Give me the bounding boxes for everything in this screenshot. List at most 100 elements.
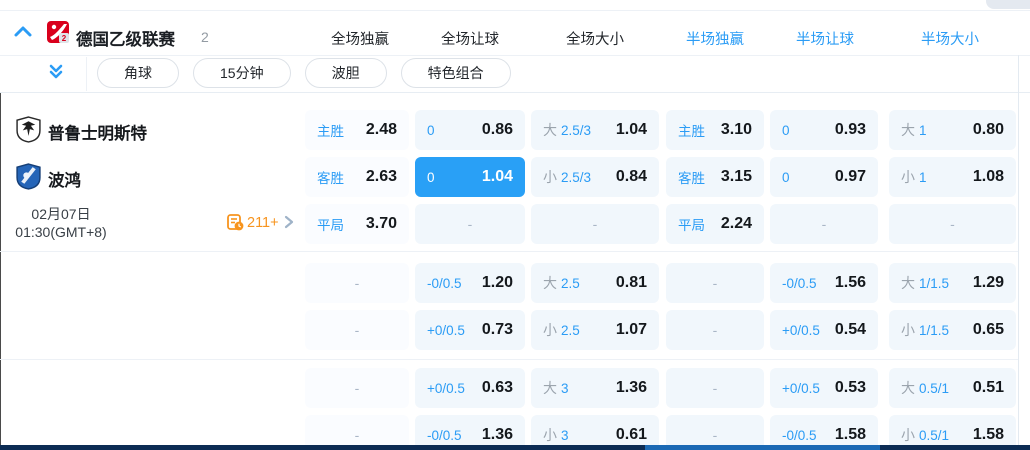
odds-value: 0.81 xyxy=(615,274,647,291)
odds-line-label: 3 xyxy=(561,427,569,443)
odds-cell-r5-c0: - xyxy=(305,368,409,408)
market-filter-pills: 角球 15分钟 波胆 特色组合 xyxy=(97,58,511,88)
filter-specials[interactable]: 特色组合 xyxy=(400,58,511,88)
odds-cell-r5-c4[interactable]: +0/0.5 0.53 xyxy=(770,368,878,408)
odds-cell-r0-c2[interactable]: 大 2.5/3 1.04 xyxy=(531,110,659,150)
odds-line-label: +0/0.5 xyxy=(782,380,820,396)
empty-odds: - xyxy=(712,275,718,291)
home-team-name: 普鲁士明斯特 xyxy=(48,125,147,143)
filter-corners[interactable]: 角球 xyxy=(97,58,179,88)
table-right-border xyxy=(1018,55,1019,445)
filter-15-minutes[interactable]: 15分钟 xyxy=(193,58,291,88)
double-chevron-down-icon xyxy=(46,62,66,82)
tab-half-time-handicap[interactable]: 半场让球 xyxy=(793,28,857,49)
odds-cell-r2-c2: - xyxy=(531,204,659,244)
odds-value: 0.65 xyxy=(972,321,1004,338)
odds-cell-r4-c4[interactable]: +0/0.5 0.54 xyxy=(770,310,878,350)
odds-value: 0.97 xyxy=(834,168,866,185)
odds-cell-r3-c4[interactable]: -0/0.5 1.56 xyxy=(770,263,878,303)
odds-line-label: -0/0.5 xyxy=(427,275,462,291)
odds-cell-r2-c0[interactable]: 平局 3.70 xyxy=(305,204,409,244)
odds-value: 0.61 xyxy=(615,426,647,443)
scrollbar-thumb[interactable] xyxy=(645,445,880,450)
odds-direction-label: 大 xyxy=(543,380,557,396)
odds-cell-r1-c2[interactable]: 小 2.5/3 0.84 xyxy=(531,157,659,197)
league-logo-icon: 2 xyxy=(47,21,69,43)
odds-value: 3.15 xyxy=(720,168,752,185)
odds-value: 1.04 xyxy=(615,121,647,138)
odds-line-label: 平局 xyxy=(678,218,705,233)
odds-line-label: 2.5/3 xyxy=(561,169,592,185)
away-team-logo xyxy=(16,163,41,190)
odds-cell-r1-c1[interactable]: 0 1.04 xyxy=(415,157,525,197)
odds-cell-r0-c0[interactable]: 主胜 2.48 xyxy=(305,110,409,150)
match-date: 02月07日 xyxy=(31,206,91,222)
odds-cell-r4-c2[interactable]: 小 2.5 1.07 xyxy=(531,310,659,350)
odds-line-label: 主胜 xyxy=(678,124,705,139)
odds-cell-r0-c1[interactable]: 0 0.86 xyxy=(415,110,525,150)
collapse-league-button[interactable] xyxy=(12,23,34,41)
odds-cell-r5-c1[interactable]: +0/0.5 0.63 xyxy=(415,368,525,408)
odds-line-label: -0/0.5 xyxy=(782,275,817,291)
odds-line-label: 1 xyxy=(919,122,927,138)
league-match-count: 2 xyxy=(201,29,209,45)
odds-value: 0.54 xyxy=(834,321,866,338)
odds-value: 1.36 xyxy=(615,379,647,396)
empty-odds: - xyxy=(467,216,473,232)
odds-value: 1.56 xyxy=(834,274,866,291)
odds-cell-r5-c2[interactable]: 大 3 1.36 xyxy=(531,368,659,408)
filter-divider xyxy=(86,57,87,91)
odds-cell-r0-c3[interactable]: 主胜 3.10 xyxy=(666,110,764,150)
odds-cell-r5-c5[interactable]: 大 0.5/1 0.51 xyxy=(889,368,1016,408)
odds-line-label: 2.5 xyxy=(561,322,580,338)
odds-cell-r3-c1[interactable]: -0/0.5 1.20 xyxy=(415,263,525,303)
empty-odds: - xyxy=(354,427,360,443)
odds-cell-r4-c5[interactable]: 小 1/1.5 0.65 xyxy=(889,310,1016,350)
odds-direction-label: 小 xyxy=(901,322,915,338)
odds-cell-r2-c1: - xyxy=(415,204,525,244)
odds-cell-r3-c0: - xyxy=(305,263,409,303)
odds-line-label: 2.5 xyxy=(561,275,580,291)
odds-direction-label: 大 xyxy=(543,122,557,138)
coupon-clock-icon xyxy=(227,214,244,231)
expand-markets-button[interactable] xyxy=(46,62,66,82)
odds-cell-r3-c5[interactable]: 大 1/1.5 1.29 xyxy=(889,263,1016,303)
odds-value: 0.86 xyxy=(481,121,513,138)
odds-value: 3.70 xyxy=(365,215,397,232)
odds-line-label: 平局 xyxy=(317,218,344,233)
chevron-right-icon[interactable] xyxy=(283,215,295,229)
horizontal-scrollbar[interactable] xyxy=(0,445,1030,450)
odds-line-label: 0.5/1 xyxy=(919,427,950,443)
tab-full-time-handicap[interactable]: 全场让球 xyxy=(438,28,502,49)
home-team-logo xyxy=(16,116,41,143)
scrollbar-top-cap xyxy=(986,0,1030,9)
empty-odds: - xyxy=(821,216,827,232)
odds-direction-label: 小 xyxy=(901,427,915,443)
odds-cell-r4-c0: - xyxy=(305,310,409,350)
odds-cell-r1-c0[interactable]: 客胜 2.63 xyxy=(305,157,409,197)
odds-cell-r1-c5[interactable]: 小 1 1.08 xyxy=(889,157,1016,197)
odds-cell-r3-c2[interactable]: 大 2.5 0.81 xyxy=(531,263,659,303)
league-name: 德国乙级联赛 xyxy=(76,31,175,49)
tab-half-time-over-under[interactable]: 半场大小 xyxy=(918,28,982,49)
odds-value: 0.51 xyxy=(972,379,1004,396)
more-markets-button[interactable] xyxy=(227,214,244,231)
odds-value: 1.36 xyxy=(481,426,513,443)
tab-full-time-1x2[interactable]: 全场独赢 xyxy=(328,28,392,49)
odds-value: 0.80 xyxy=(972,121,1004,138)
odds-value: 0.53 xyxy=(834,379,866,396)
odds-cell-r0-c5[interactable]: 大 1 0.80 xyxy=(889,110,1016,150)
tab-half-time-1x2[interactable]: 半场独赢 xyxy=(683,28,747,49)
away-team-name: 波鸿 xyxy=(48,172,81,190)
tab-full-time-over-under[interactable]: 全场大小 xyxy=(563,28,627,49)
odds-cell-r4-c1[interactable]: +0/0.5 0.73 xyxy=(415,310,525,350)
filter-correct-score[interactable]: 波胆 xyxy=(304,58,387,88)
odds-value: 0.93 xyxy=(834,121,866,138)
odds-cell-r2-c3[interactable]: 平局 2.24 xyxy=(666,204,764,244)
odds-cell-r1-c3[interactable]: 客胜 3.15 xyxy=(666,157,764,197)
odds-cell-r1-c4[interactable]: 0 0.97 xyxy=(770,157,878,197)
empty-odds: - xyxy=(354,275,360,291)
odds-cell-r0-c4[interactable]: 0 0.93 xyxy=(770,110,878,150)
odds-line-label: 0 xyxy=(427,122,435,138)
odds-line-label: -0/0.5 xyxy=(427,427,462,443)
